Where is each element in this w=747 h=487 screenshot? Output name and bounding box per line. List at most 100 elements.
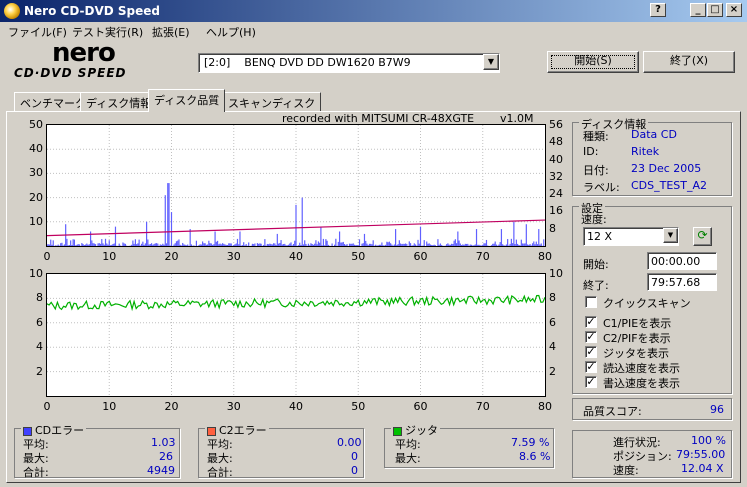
quality-score-group: 品質スコア: 96 [572,398,732,420]
x-tick-label: 50 [351,400,366,413]
c2-errors-group: C2エラー 平均: 0.00 最大: 0 合計: 0 [198,422,364,479]
disc-label-value: CDS_TEST_A2 [631,179,708,192]
maximize-button[interactable]: □ [707,3,723,17]
logo-speed-text: CD·DVD SPEED [14,66,127,80]
menu-help[interactable]: ヘルプ(H) [206,24,256,40]
drive-select[interactable]: [2:0] BENQ DVD DD DW1620 B7W9 ▼ [198,53,500,73]
display-option-checkbox[interactable]: ✓ [585,376,597,388]
y-tick-label: 10 [29,267,43,280]
quick-scan-label: クイックスキャン [603,297,691,310]
nero-logo: nero CD·DVD SPEED [14,38,164,82]
y2-tick-label: 56 [549,118,563,131]
display-option-checkbox[interactable]: ✓ [585,331,597,343]
display-option-label: ジッタを表示 [603,347,669,360]
read-speed-value: 12.04 X [681,462,724,475]
x-tick-label: 60 [413,250,428,263]
x-tick-label: 30 [226,400,241,413]
disc-date-label: 日付: [583,164,609,177]
jitter-swatch [393,426,402,436]
y2-tick-label: 6 [549,315,556,329]
y2-tick-label: 24 [549,187,563,201]
window-title: Nero CD-DVD Speed [24,4,160,18]
quality-score-label: 品質スコア: [583,405,642,418]
display-option-label: C1/PIEを表示 [603,317,672,330]
disc-id-label: ID: [583,145,599,158]
c2-errors-swatch [207,426,216,436]
read-speed-label: 速度: [613,464,639,477]
cd-errors-group: CDエラー 平均: 1.03 最大: 26 合計: 4949 [14,422,180,479]
quick-scan-checkbox[interactable] [585,296,597,308]
x-tick-label: 70 [475,250,490,263]
progress-group: 進行状況: 100 % ポジション: 79:55.00 速度: 12.04 X [572,430,732,478]
tab-disc-quality[interactable]: ディスク品質 [148,89,226,112]
x-tick-label: 10 [102,400,117,413]
chevron-down-icon[interactable]: ▼ [483,54,499,70]
speed-select[interactable]: 12 X ▼ [583,227,679,246]
y2-tick-label: 10 [549,267,563,280]
y-tick-label: 4 [36,340,43,354]
y2-tick-label: 48 [549,135,563,149]
jitter-max-label: 最大: [395,452,421,465]
logo-nero-text: nero [52,38,116,68]
c2-total-value: 0 [351,464,358,477]
display-option-checkbox[interactable]: ✓ [585,361,597,373]
tab-disc-info[interactable]: ディスク情報 [80,92,158,112]
y-tick-label: 10 [29,214,43,228]
y-tick-label: 8 [36,291,43,305]
x-tick-label: 0 [43,400,51,413]
cd-total-label: 合計: [23,466,49,479]
tab-scan-disc[interactable]: スキャンディスク [222,92,322,112]
x-tick-label: 20 [164,400,179,413]
display-option-label: 書込速度を表示 [603,377,680,390]
speed-label: 速度: [581,213,607,226]
y2-tick-label: 2 [549,364,556,378]
menu-extensions[interactable]: 拡張(E) [152,24,190,40]
y-tick-label: 50 [29,118,43,131]
title-bar: Nero CD-DVD Speed ? _ □ × [0,0,747,22]
close-button[interactable]: × [726,3,742,17]
cd-avg-value: 1.03 [151,436,176,449]
jitter-chart-svg [46,274,546,396]
end-time-input[interactable]: 79:57.68 [647,273,717,291]
start-time-input[interactable]: 00:00.00 [647,252,717,270]
display-option-checkbox[interactable]: ✓ [585,346,597,358]
disc-label-label: ラベル: [583,181,620,194]
chevron-down-icon[interactable]: ▼ [663,228,678,243]
y2-tick-label: 4 [549,340,556,354]
speed-select-value: 12 X [587,230,613,243]
x-tick-label: 10 [102,250,117,263]
y-tick-label: 2 [36,364,43,378]
progress-value: 100 % [691,434,726,447]
cd-total-value: 4949 [147,464,175,477]
y2-tick-label: 16 [549,204,563,218]
c2-avg-value: 0.00 [337,436,362,449]
cd-max-value: 26 [159,450,173,463]
x-tick-label: 40 [289,250,303,263]
x-tick-label: 0 [43,250,51,263]
nero-app-icon [4,3,20,19]
display-option-label: C2/PIFを表示 [603,332,671,345]
display-option-checkbox[interactable]: ✓ [585,316,597,328]
c2-total-label: 合計: [207,466,233,479]
x-tick-label: 60 [413,400,428,413]
minimize-button[interactable]: _ [690,3,706,17]
start-time-label: 開始: [583,258,609,271]
y2-tick-label: 8 [549,221,556,235]
exit-button[interactable]: 終了(X) [643,51,735,73]
disc-id-value: Ritek [631,145,660,158]
x-tick-label: 80 [538,250,552,263]
disc-info-group: ディスク情報 種類: Data CD ID: Ritek 日付: 23 Dec … [572,116,732,196]
y-tick-label: 6 [36,315,43,329]
start-button[interactable]: 開始(S) [547,51,639,73]
help-window-button[interactable]: ? [650,3,666,17]
refresh-icon[interactable]: ⟳ [693,227,712,246]
c1-chart [46,124,546,247]
y-tick-label: 20 [29,190,43,204]
jitter-chart [46,273,546,397]
x-tick-label: 30 [226,250,241,263]
x-tick-label: 40 [289,400,303,413]
settings-group: 設定 速度: 12 X ▼ ⟳ 開始: 00:00.00 終了: 79:57.6… [572,200,732,394]
display-option-label: 読込速度を表示 [603,362,680,375]
disc-type-label: 種類: [583,130,609,143]
y2-tick-label: 8 [549,291,556,305]
